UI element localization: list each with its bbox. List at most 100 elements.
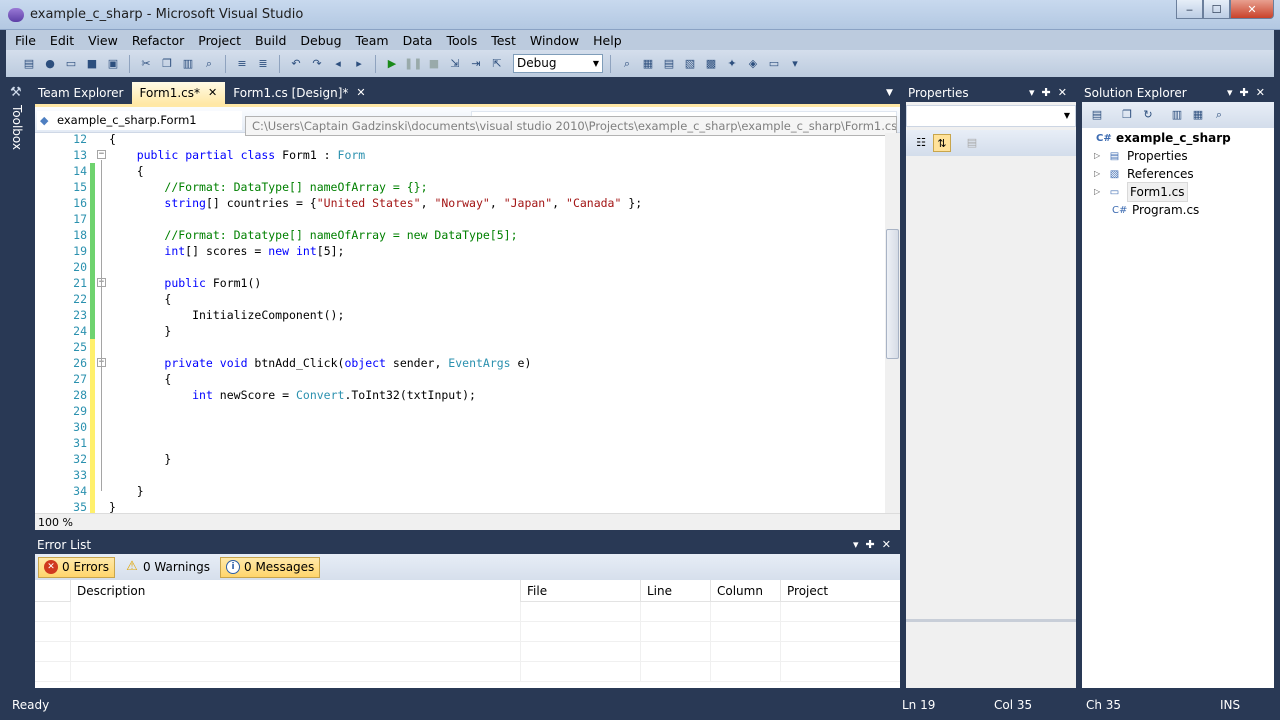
code-line[interactable]: 16 string[] countries = {"United States"…	[35, 195, 885, 211]
menu-view[interactable]: View	[81, 33, 125, 48]
undo-icon[interactable]: ↶	[287, 56, 305, 72]
tree-item-references[interactable]: ▷ ▧ References	[1094, 165, 1194, 183]
column-column[interactable]: Column	[710, 580, 780, 602]
menu-help[interactable]: Help	[586, 33, 629, 48]
navigate-forward-icon[interactable]: ▸	[350, 56, 368, 72]
object-selector[interactable]: ▼	[906, 105, 1076, 127]
find-in-files-icon[interactable]: ⌕	[618, 56, 636, 72]
view-code-icon[interactable]: ▥	[1168, 106, 1186, 124]
menu-team[interactable]: Team	[349, 33, 396, 48]
errors-filter-button[interactable]: ✕ 0 Errors	[38, 556, 115, 578]
code-line[interactable]: 22 {	[35, 291, 885, 307]
toolbox-icon[interactable]: ⚒	[10, 85, 22, 100]
active-files-dropdown-icon[interactable]: ▼	[886, 88, 893, 98]
code-line[interactable]: 34 }	[35, 483, 885, 499]
comment-icon[interactable]: ≡	[233, 56, 251, 72]
alphabetical-icon[interactable]: ⇅	[933, 134, 951, 152]
code-line[interactable]: 19 int[] scores = new int[5];	[35, 243, 885, 259]
code-line[interactable]: 33	[35, 467, 885, 483]
zoom-level[interactable]: 100 %	[38, 516, 73, 529]
code-line[interactable]: 18 //Format: Datatype[] nameOfArray = ne…	[35, 227, 885, 243]
save-all-icon[interactable]: ▣	[104, 56, 122, 72]
panel-buttons[interactable]: ▾✚✕	[853, 536, 898, 554]
menu-test[interactable]: Test	[484, 33, 523, 48]
step-into-icon[interactable]: ⇲	[446, 56, 464, 72]
solution-explorer-icon[interactable]: ▦	[639, 56, 657, 72]
toolbox-tab[interactable]: Toolbox	[10, 105, 24, 150]
start-debugging-icon[interactable]: ▶	[383, 56, 401, 72]
stop-icon[interactable]: ■	[425, 56, 443, 72]
menu-tools[interactable]: Tools	[439, 33, 484, 48]
menu-file[interactable]: File	[8, 33, 43, 48]
expand-icon[interactable]: ▷	[1094, 147, 1102, 165]
tree-item-properties[interactable]: ▷ ▤ Properties	[1094, 147, 1188, 165]
new-project-icon[interactable]: ▤	[20, 56, 38, 72]
navigate-backward-icon[interactable]: ◂	[329, 56, 347, 72]
code-editor[interactable]: ◆ example_c_sharp.Form1 scores C:\Users\…	[35, 104, 900, 530]
code-line[interactable]: 29	[35, 403, 885, 419]
column-description[interactable]: Description	[70, 580, 520, 602]
pause-icon[interactable]: ❚❚	[404, 56, 422, 72]
code-line[interactable]: 14 {	[35, 163, 885, 179]
project-node[interactable]: C# example_c_sharp	[1096, 129, 1231, 147]
uncomment-icon[interactable]: ≣	[254, 56, 272, 72]
column-line[interactable]: Line	[640, 580, 710, 602]
close-tab-icon[interactable]: ✕	[208, 82, 217, 104]
tab-form1-design[interactable]: Form1.cs [Design]* ✕	[225, 82, 373, 104]
scrollbar-thumb[interactable]	[886, 229, 899, 359]
step-out-icon[interactable]: ⇱	[488, 56, 506, 72]
properties-window-icon[interactable]: ▤	[660, 56, 678, 72]
show-all-files-icon[interactable]: ❐	[1118, 106, 1136, 124]
tree-item-program[interactable]: C# Program.cs	[1112, 201, 1199, 219]
copy-icon[interactable]: ❐	[158, 56, 176, 72]
save-icon[interactable]: ■	[83, 56, 101, 72]
code-line[interactable]: 28 int newScore = Convert.ToInt32(txtInp…	[35, 387, 885, 403]
categorized-icon[interactable]: ☷	[912, 134, 930, 152]
property-pages-icon[interactable]: ▤	[963, 134, 981, 152]
class-view-icon[interactable]: ◈	[744, 56, 762, 72]
add-item-icon[interactable]: ●	[41, 56, 59, 72]
cut-icon[interactable]: ✂	[137, 56, 155, 72]
minimize-button[interactable]: ‒	[1176, 0, 1203, 19]
code-line[interactable]: 21− public Form1()	[35, 275, 885, 291]
close-tab-icon[interactable]: ✕	[356, 82, 365, 104]
properties-icon[interactable]: ▤	[1088, 106, 1106, 124]
code-line[interactable]: 13 − public partial class Form1 : Form	[35, 147, 885, 163]
vertical-scrollbar[interactable]	[885, 133, 900, 513]
column-project[interactable]: Project	[780, 580, 900, 602]
view-class-diagram-icon[interactable]: ⌕	[1210, 106, 1228, 124]
step-over-icon[interactable]: ⇥	[467, 56, 485, 72]
code-line[interactable]: 24 }	[35, 323, 885, 339]
panel-buttons[interactable]: ▾✚✕	[1227, 84, 1272, 102]
menu-debug[interactable]: Debug	[293, 33, 348, 48]
code-text-area[interactable]: 12 {13 − public partial class Form1 : Form…	[35, 133, 885, 513]
code-line[interactable]: 25	[35, 339, 885, 355]
expand-icon[interactable]: ▷	[1094, 165, 1102, 183]
paste-icon[interactable]: ▥	[179, 56, 197, 72]
code-line[interactable]: 26− private void btnAdd_Click(object sen…	[35, 355, 885, 371]
expand-icon[interactable]: ▷	[1094, 183, 1102, 201]
code-line[interactable]: 17	[35, 211, 885, 227]
messages-filter-button[interactable]: i 0 Messages	[220, 556, 321, 578]
menu-edit[interactable]: Edit	[43, 33, 81, 48]
property-grid[interactable]	[906, 156, 1076, 622]
menu-project[interactable]: Project	[191, 33, 248, 48]
code-line[interactable]: 12 {	[35, 133, 885, 147]
column-file[interactable]: File	[520, 580, 640, 602]
code-line[interactable]: 20	[35, 259, 885, 275]
tree-item-form1[interactable]: ▷ ▭ Form1.cs	[1094, 182, 1188, 202]
object-browser-icon[interactable]: ▧	[681, 56, 699, 72]
toolbox-icon[interactable]: ▩	[702, 56, 720, 72]
toolbar-options-icon[interactable]: ▾	[786, 56, 804, 72]
menu-window[interactable]: Window	[523, 33, 586, 48]
maximize-button[interactable]: ☐	[1203, 0, 1230, 19]
menu-refactor[interactable]: Refactor	[125, 33, 191, 48]
panel-buttons[interactable]: ▾✚✕	[1029, 84, 1074, 102]
extension-manager-icon[interactable]: ✦	[723, 56, 741, 72]
types-dropdown[interactable]: ◆ example_c_sharp.Form1	[37, 111, 242, 130]
menu-data[interactable]: Data	[396, 33, 440, 48]
tab-team-explorer[interactable]: Team Explorer	[30, 82, 132, 104]
code-line[interactable]: 23 InitializeComponent();	[35, 307, 885, 323]
solution-configuration-select[interactable]: Debug ▼	[513, 54, 603, 73]
warnings-filter-button[interactable]: ⚠ 0 Warnings	[119, 557, 216, 578]
